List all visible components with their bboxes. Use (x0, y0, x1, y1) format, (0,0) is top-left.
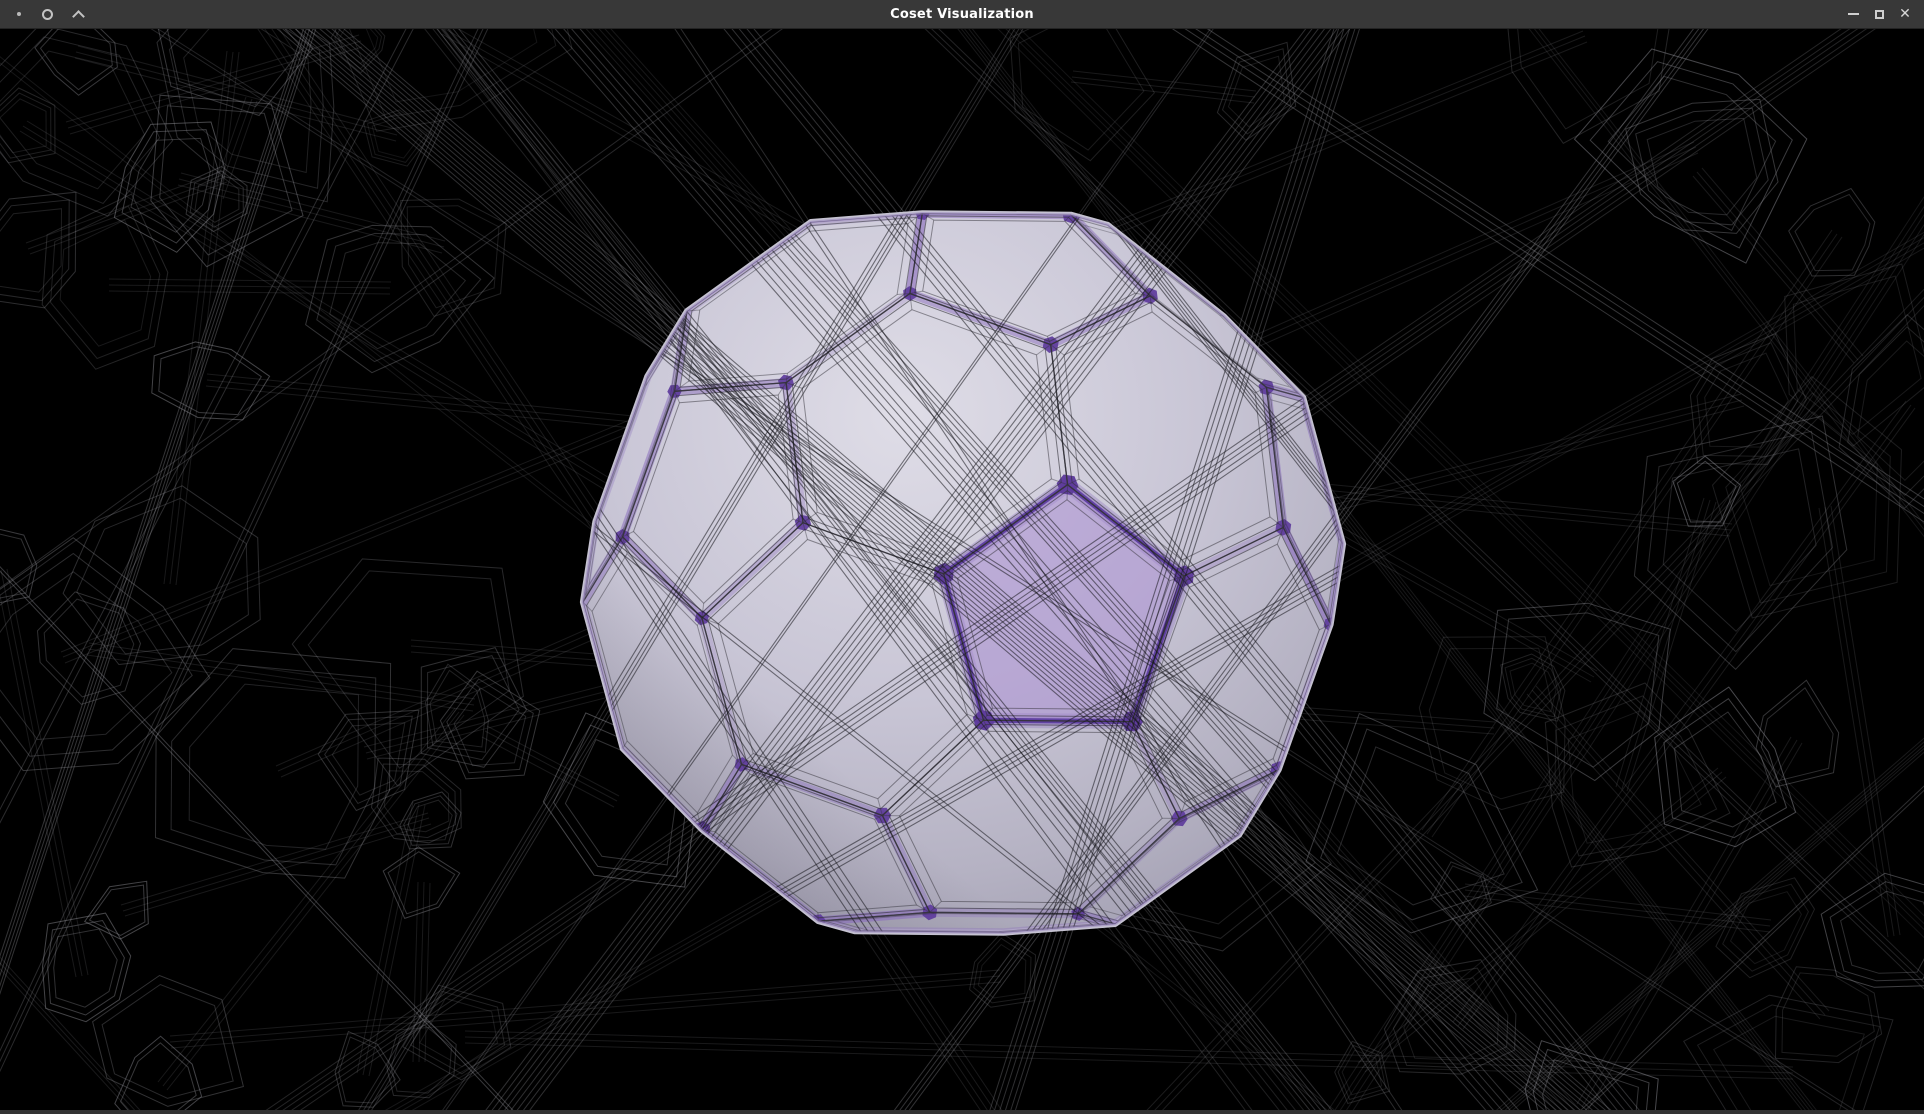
menu-dot-icon (17, 12, 21, 16)
titlebar: Coset Visualization ✕ (0, 0, 1924, 29)
close-icon: ✕ (1899, 7, 1911, 21)
window-title: Coset Visualization (120, 7, 1804, 22)
window-controls: ✕ (1804, 0, 1924, 28)
titlebar-left-icons (0, 8, 120, 21)
overview-chevron-icon[interactable] (72, 10, 85, 23)
3d-viewport[interactable] (0, 28, 1924, 1110)
window-bottom-border (0, 1110, 1924, 1114)
maximize-button[interactable] (1866, 0, 1892, 28)
minimize-icon (1848, 13, 1859, 15)
workspace-circle-icon[interactable] (42, 9, 53, 20)
close-button[interactable]: ✕ (1892, 0, 1918, 28)
maximize-icon (1875, 10, 1884, 19)
minimize-button[interactable] (1840, 0, 1866, 28)
